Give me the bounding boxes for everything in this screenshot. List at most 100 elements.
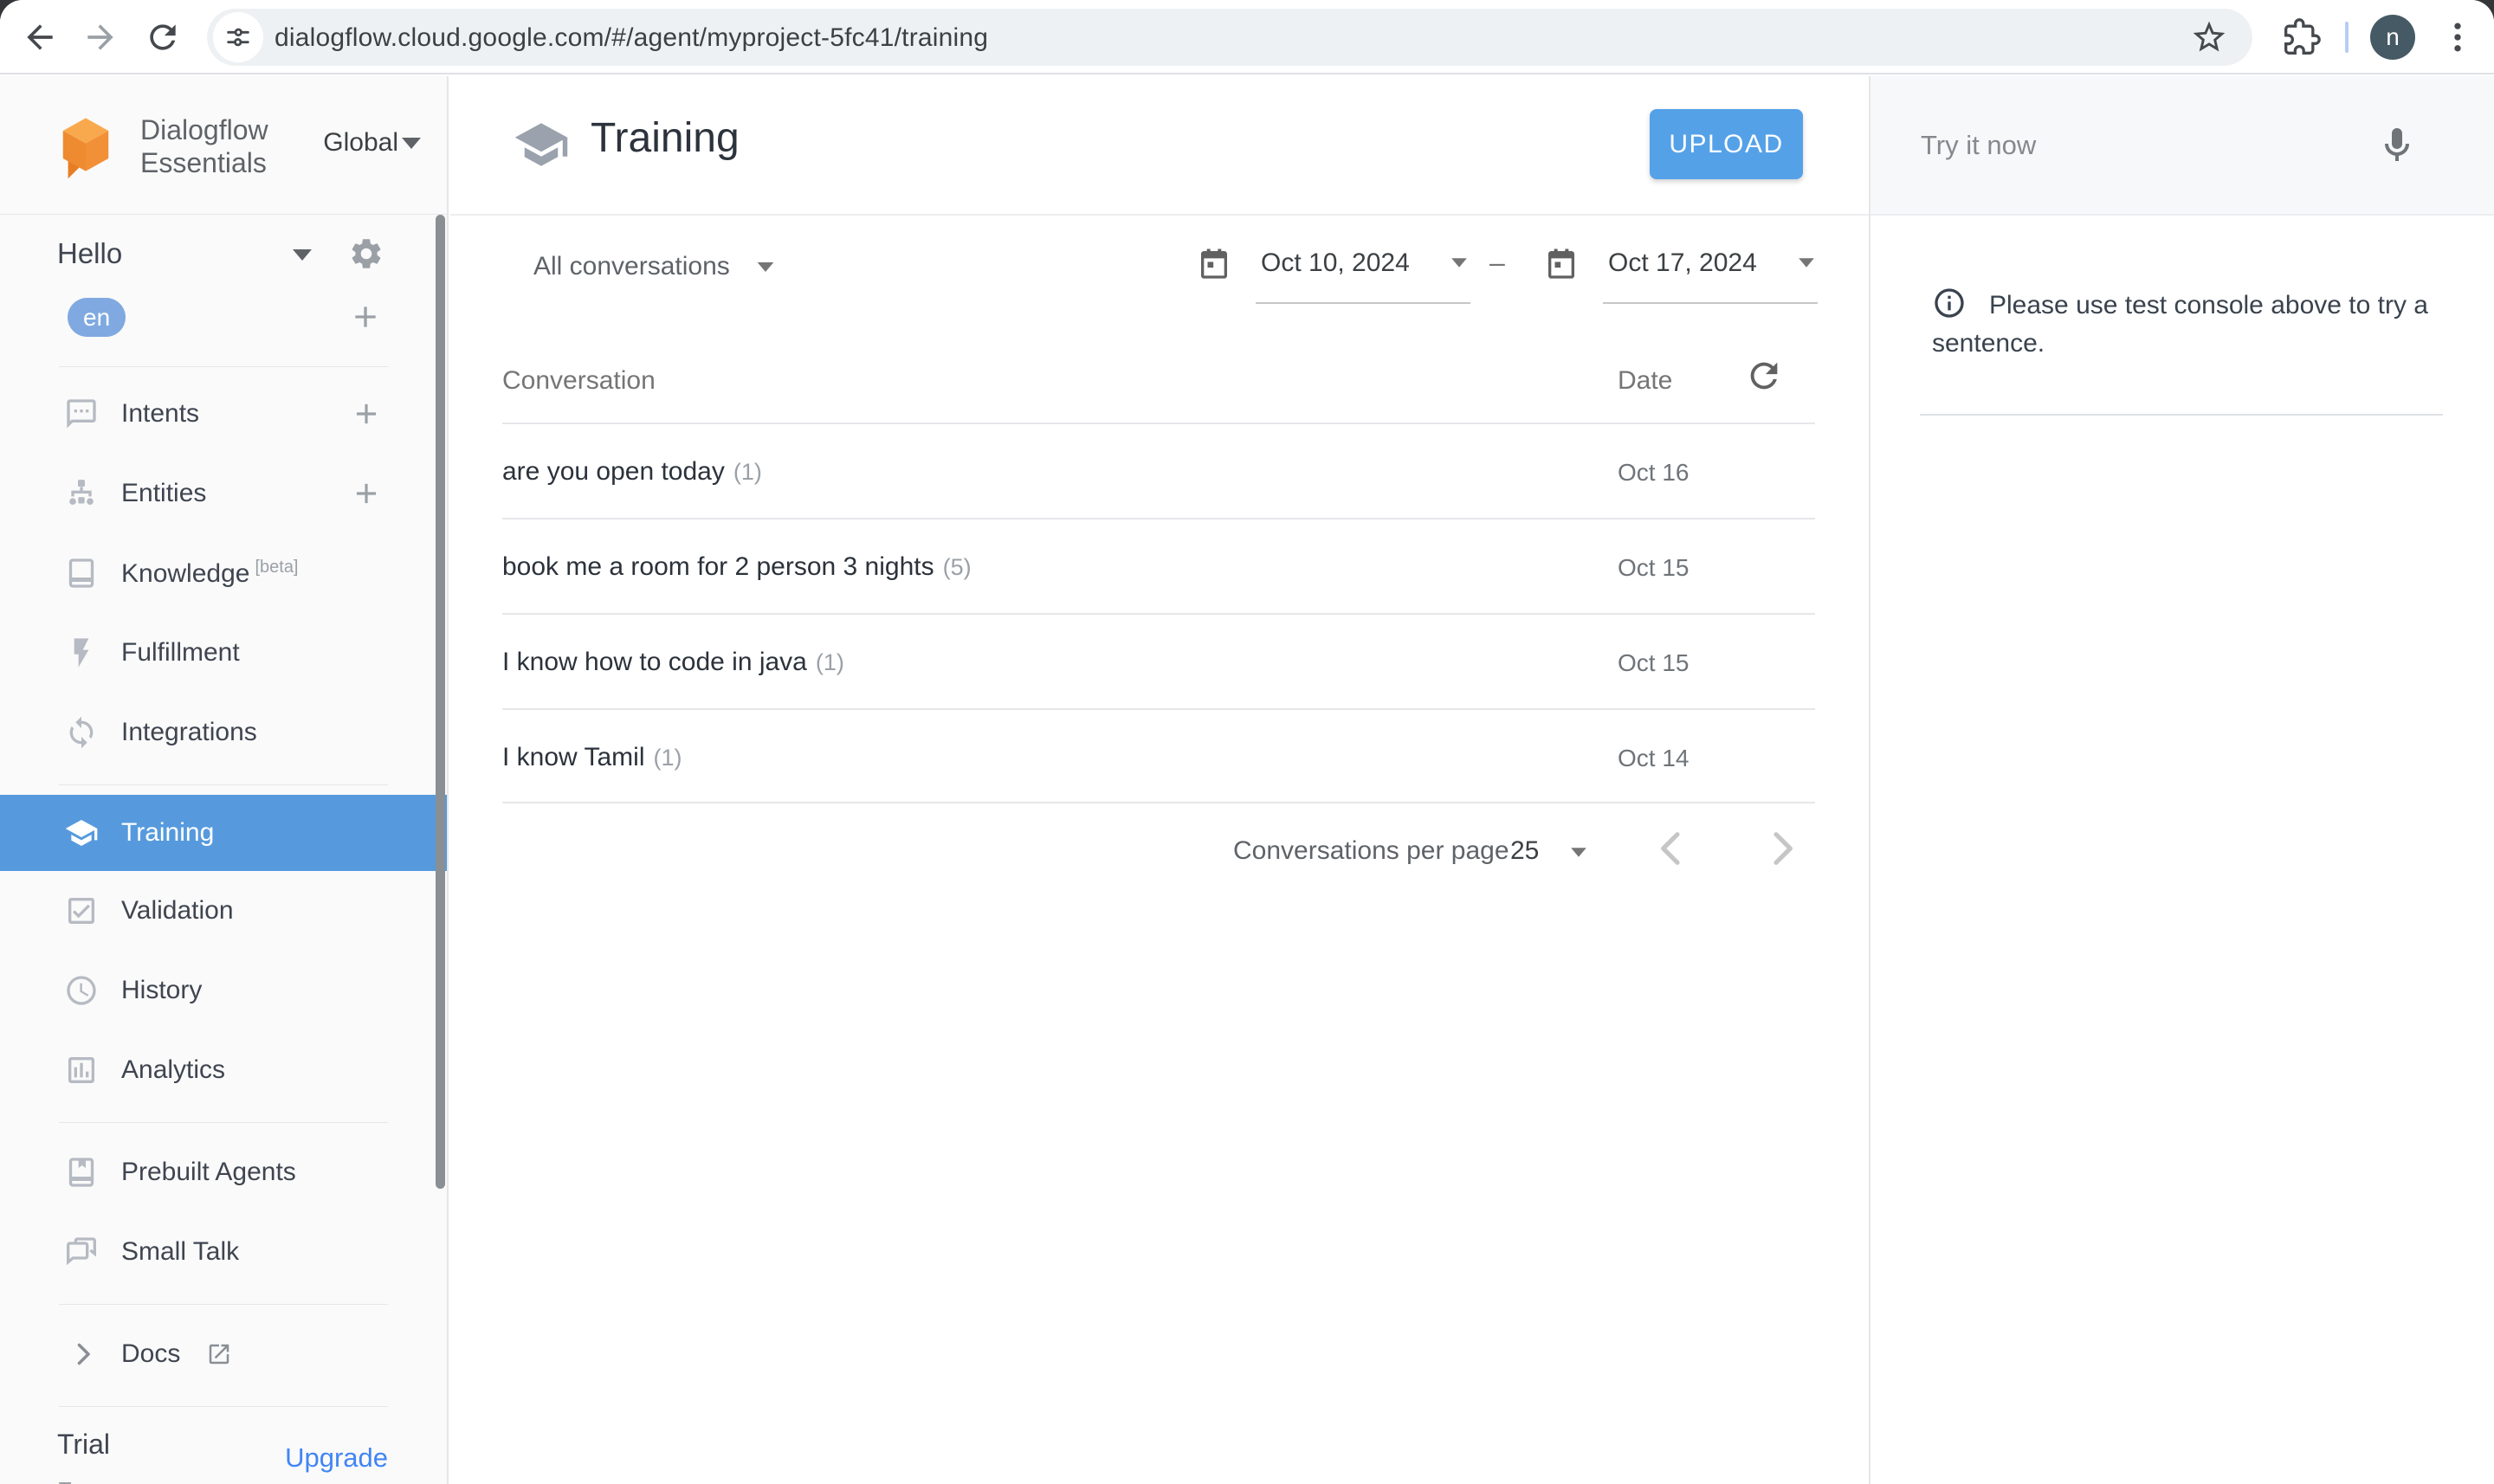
conversation-text: I know Tamil(1) [502, 743, 682, 772]
toolbar-divider [2345, 22, 2349, 53]
brand-row: Dialogflow Essentials Global [0, 76, 447, 215]
sidebar-item-label: Fulfillment [121, 638, 240, 668]
chevron-down-icon [1451, 258, 1467, 267]
sidebar-divider [59, 1122, 388, 1123]
add-language-button[interactable] [348, 300, 383, 334]
date-from-value: Oct 10, 2024 [1261, 248, 1410, 278]
refresh-icon[interactable] [1744, 356, 1784, 396]
agent-row: Hello [0, 236, 447, 277]
calendar-icon [1197, 247, 1231, 281]
region-selector[interactable]: Global [323, 128, 421, 158]
browser-menu-icon[interactable] [2439, 18, 2477, 56]
sidebar-item-label: Prebuilt Agents [121, 1158, 296, 1187]
next-page-button[interactable] [1758, 824, 1806, 873]
sidebar-item-label: Knowledge[beta] [121, 558, 299, 589]
language-chip[interactable]: en [68, 298, 126, 337]
browser-toolbar: dialogflow.cloud.google.com/#/agent/mypr… [0, 0, 2494, 74]
sidebar-menu: Intents Entities [0, 374, 447, 1429]
sidebar-item-label: Small Talk [121, 1237, 239, 1267]
reload-icon[interactable] [144, 18, 182, 56]
prev-page-button[interactable] [1647, 824, 1696, 873]
sidebar-item-analytics[interactable]: Analytics [0, 1030, 447, 1110]
sidebar-item-label: Entities [121, 479, 206, 508]
table-header: Conversation Date [502, 337, 1815, 423]
table-row[interactable]: I know how to code in java(1) Oct 15 [502, 613, 1815, 708]
agent-name[interactable]: Hello [57, 237, 122, 270]
external-link-icon [206, 1341, 232, 1367]
conversation-count: (5) [943, 554, 972, 580]
dialogflow-logo-icon [55, 114, 116, 180]
back-icon[interactable] [21, 18, 59, 56]
conversation-phrase: I know Tamil [502, 743, 645, 771]
sidebar: Dialogflow Essentials Global Hello en [0, 76, 449, 1484]
sidebar-item-entities[interactable]: Entities [0, 454, 447, 533]
sidebar-item-label: Docs [121, 1339, 180, 1369]
sync-icon [64, 715, 99, 750]
bookmark-star-icon[interactable] [2190, 18, 2228, 56]
sidebar-item-docs[interactable]: Docs [0, 1314, 447, 1394]
agent-settings-gear-icon[interactable] [348, 236, 384, 272]
sidebar-item-label: History [121, 976, 202, 1005]
page-header: Training UPLOAD [450, 76, 1869, 216]
console-info-text: Please use test console above to try a s… [1932, 291, 2428, 358]
upload-button[interactable]: UPLOAD [1650, 109, 1803, 179]
conversation-date: Oct 15 [1618, 649, 1689, 677]
table-row[interactable]: I know Tamil(1) Oct 14 [502, 708, 1815, 803]
sidebar-item-small-talk[interactable]: Small Talk [0, 1212, 447, 1292]
language-row: en [0, 298, 447, 338]
sidebar-item-label: Training [121, 818, 214, 848]
test-input-placeholder: Try it now [1921, 130, 2036, 161]
console-divider [1920, 414, 2443, 416]
plan-tier: Free [57, 1477, 107, 1484]
checkbox-icon [64, 894, 99, 928]
graduation-cap-icon [513, 116, 570, 173]
info-icon [1932, 286, 1967, 320]
per-page-label: Conversations per page [1233, 836, 1509, 866]
conversation-filter-dropdown[interactable]: All conversations [533, 252, 775, 281]
date-to-value: Oct 17, 2024 [1608, 248, 1757, 278]
per-page-value[interactable]: 25 [1510, 836, 1539, 866]
plan-name: Trial [57, 1429, 110, 1461]
microphone-icon[interactable] [2376, 125, 2418, 166]
forward-icon[interactable] [81, 18, 120, 56]
column-conversation: Conversation [502, 366, 656, 396]
agent-chevron-down-icon[interactable] [293, 249, 312, 261]
sidebar-item-validation[interactable]: Validation [0, 871, 447, 951]
clock-icon [64, 973, 99, 1008]
add-entity-button[interactable] [350, 477, 383, 510]
sidebar-divider [59, 366, 388, 367]
upgrade-link[interactable]: Upgrade [285, 1442, 388, 1474]
sidebar-item-label: Integrations [121, 718, 257, 747]
site-settings-icon[interactable] [213, 12, 263, 62]
sidebar-item-integrations[interactable]: Integrations [0, 693, 447, 772]
test-console-panel: Try it now Please use test console above… [1869, 76, 2494, 1484]
input-underline [1256, 302, 1470, 304]
chat-bubbles-icon [64, 1235, 99, 1269]
url-text[interactable]: dialogflow.cloud.google.com/#/agent/mypr… [275, 23, 988, 53]
sidebar-item-intents[interactable]: Intents [0, 374, 447, 454]
sidebar-item-knowledge[interactable]: Knowledge[beta] [0, 533, 447, 613]
plan-footer: Trial Free Upgrade [0, 1416, 447, 1429]
add-intent-button[interactable] [350, 397, 383, 430]
extensions-icon[interactable] [2283, 18, 2321, 56]
profile-avatar[interactable]: n [2370, 15, 2415, 60]
brand-line2: Essentials [140, 146, 268, 179]
chat-bubble-icon [64, 397, 99, 431]
sidebar-item-prebuilt-agents[interactable]: Prebuilt Agents [0, 1132, 447, 1212]
sidebar-scrollbar[interactable] [436, 215, 445, 1189]
sidebar-item-training[interactable]: Training [0, 795, 447, 871]
sidebar-item-label: Validation [121, 896, 234, 926]
table-row[interactable]: book me a room for 2 person 3 nights(5) … [502, 518, 1815, 613]
sidebar-divider [59, 784, 388, 785]
table-row[interactable]: are you open today(1) Oct 16 [502, 423, 1815, 518]
sidebar-item-history[interactable]: History [0, 951, 447, 1030]
conversation-count: (1) [816, 649, 844, 675]
graduation-cap-icon [64, 816, 99, 850]
test-console-input[interactable]: Try it now [1870, 76, 2494, 216]
address-bar[interactable]: dialogflow.cloud.google.com/#/agent/mypr… [207, 9, 2252, 66]
hierarchy-icon [64, 476, 99, 511]
sidebar-item-fulfillment[interactable]: Fulfillment [0, 613, 447, 693]
conversation-date: Oct 15 [1618, 554, 1689, 582]
chevron-down-icon[interactable] [1571, 848, 1586, 856]
conversations-table: Conversation Date are you open today(1) … [502, 337, 1815, 803]
